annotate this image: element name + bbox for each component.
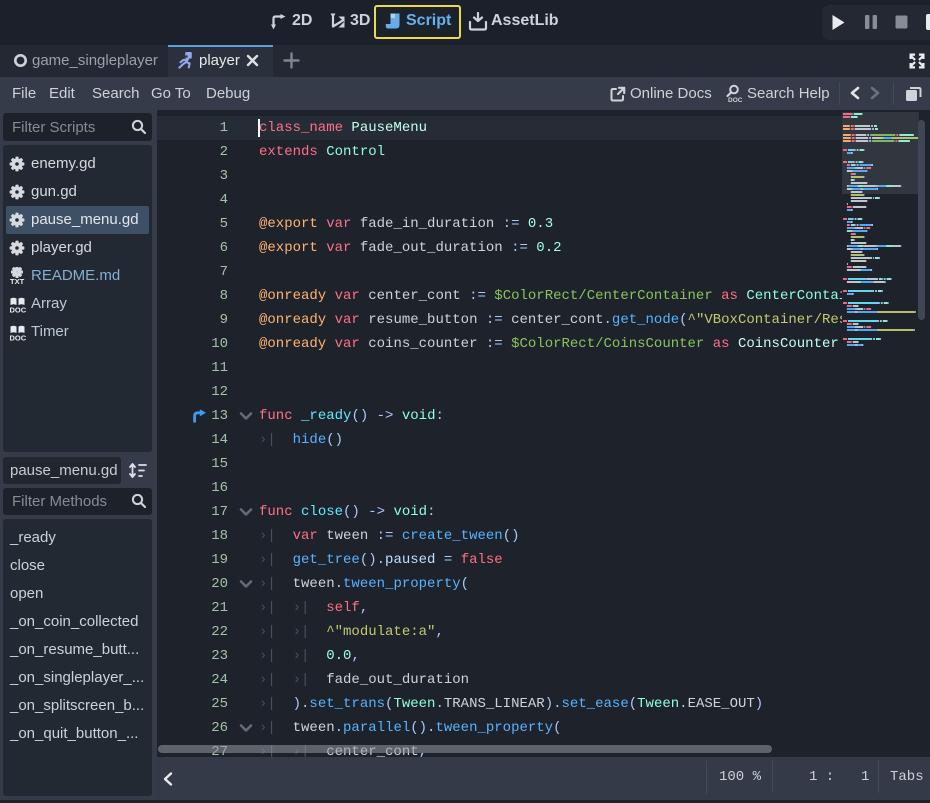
svg-text:DOC: DOC <box>10 306 27 314</box>
svg-text:DOC: DOC <box>728 97 743 103</box>
svg-text:TXT: TXT <box>10 277 25 285</box>
svg-text:DOC: DOC <box>10 334 27 342</box>
